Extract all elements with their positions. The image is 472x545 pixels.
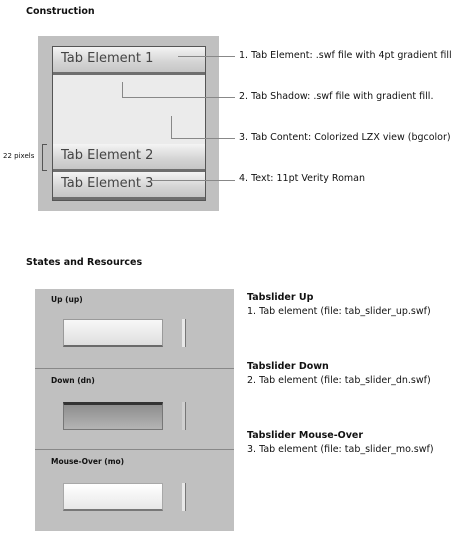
- state-label-mouseover: Mouse-Over (mo): [51, 457, 125, 466]
- tab-button-up: [63, 319, 163, 347]
- tab-sliver-up: [182, 319, 186, 347]
- tab-sliver-down: [182, 402, 186, 430]
- resource-title-up: Tabslider Up: [247, 292, 314, 303]
- resource-desc-down: 2. Tab element (file: tab_slider_dn.swf): [247, 375, 431, 386]
- tab-button-mouseover: [63, 483, 163, 511]
- construction-title: Construction: [26, 6, 95, 17]
- height-bracket: [42, 144, 47, 171]
- tab-button-down: [63, 402, 163, 430]
- tab-element-3-label: Tab Element 3: [61, 176, 154, 191]
- tab-element-3: Tab Element 3: [53, 172, 205, 200]
- resource-desc-up: 1. Tab element (file: tab_slider_up.swf): [247, 306, 431, 317]
- tab-sliver-mouseover: [182, 483, 186, 511]
- state-label-up: Up (up): [51, 295, 83, 304]
- state-divider-2: [35, 449, 234, 450]
- state-label-down: Down (dn): [51, 376, 95, 385]
- leader-line-3-v: [171, 116, 172, 138]
- resource-desc-mouseover: 3. Tab element (file: tab_slider_mo.swf): [247, 444, 434, 455]
- states-title: States and Resources: [26, 257, 143, 268]
- callout-4: 4. Text: 11pt Verity Roman: [239, 173, 365, 184]
- height-label: 22 pixels: [3, 152, 35, 160]
- tab-element-1-label: Tab Element 1: [61, 51, 154, 66]
- leader-line-3-h: [171, 138, 235, 139]
- leader-line-2-v: [122, 82, 123, 97]
- tab-element-2: Tab Element 2: [53, 144, 205, 172]
- resource-title-mouseover: Tabslider Mouse-Over: [247, 430, 364, 441]
- leader-line-1: [178, 56, 235, 57]
- callout-2: 2. Tab Shadow: .swf file with gradient f…: [239, 91, 434, 102]
- tab-element-2-label: Tab Element 2: [61, 148, 154, 163]
- callout-1: 1. Tab Element: .swf file with 4pt gradi…: [239, 50, 452, 61]
- callout-3: 3. Tab Content: Colorized LZX view (bgco…: [239, 132, 451, 143]
- leader-line-2-h: [122, 97, 235, 98]
- state-divider-1: [35, 368, 234, 369]
- tab-content: [53, 75, 205, 144]
- tab-element-1: Tab Element 1: [53, 47, 205, 75]
- resource-title-down: Tabslider Down: [247, 361, 329, 372]
- leader-line-4: [150, 180, 235, 181]
